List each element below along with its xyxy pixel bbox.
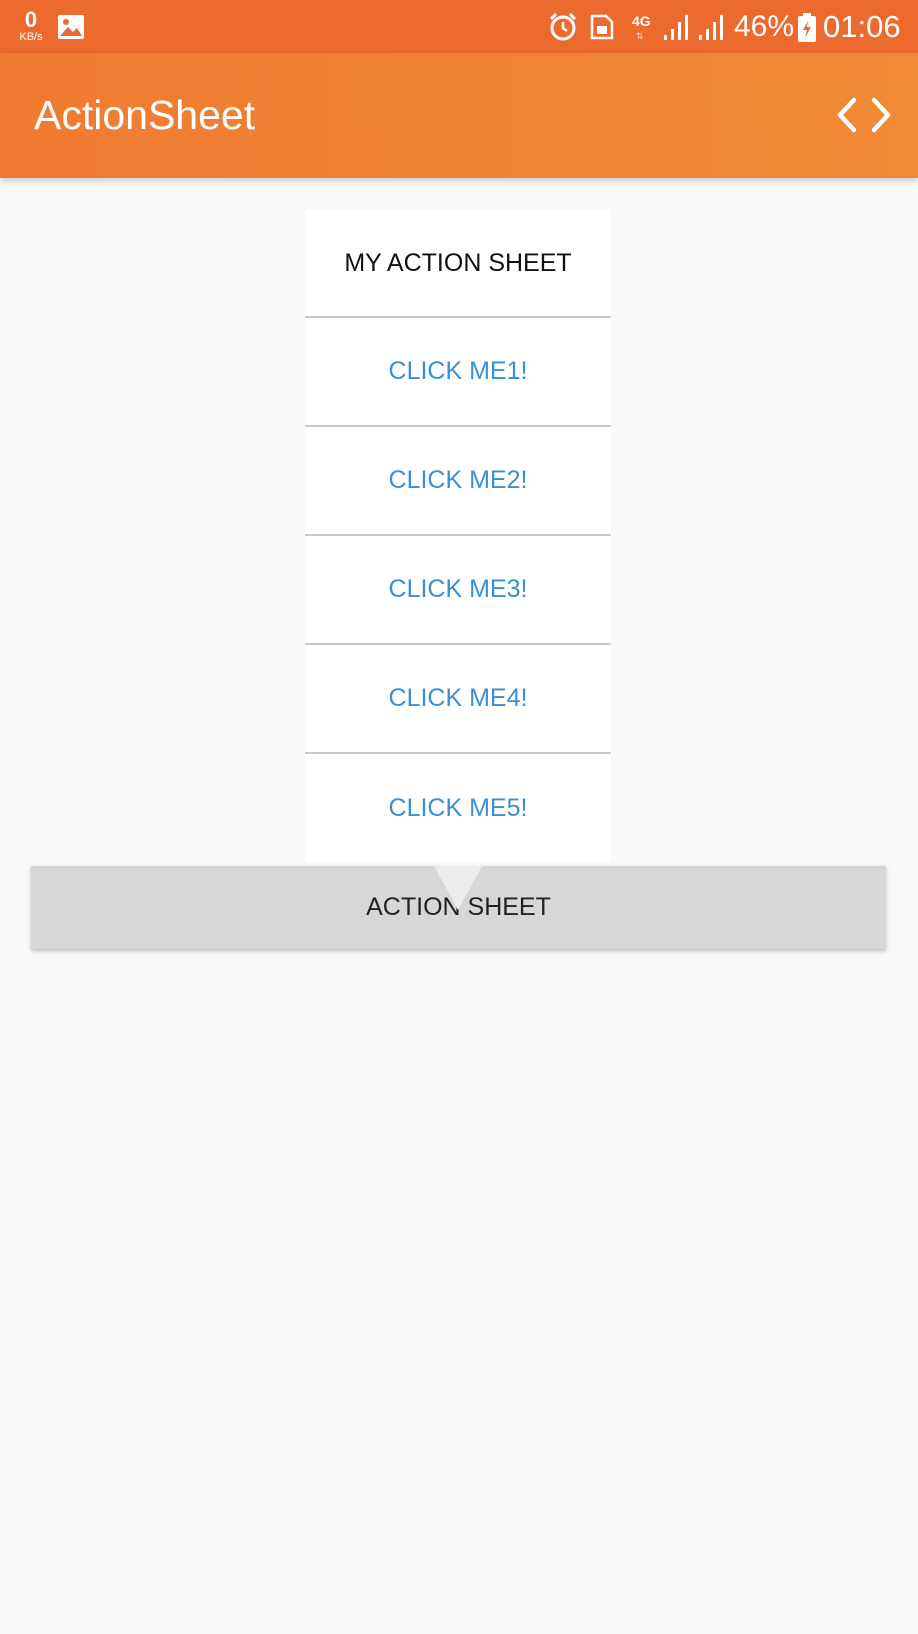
action-sheet-item-1[interactable]: CLICK ME1! — [305, 318, 611, 427]
action-sheet-item-4[interactable]: CLICK ME4! — [305, 645, 611, 754]
chevron-right-icon[interactable] — [868, 97, 894, 138]
sim-icon — [590, 14, 614, 45]
app-bar: ActionSheet — [0, 53, 918, 178]
action-sheet-item-3[interactable]: CLICK ME3! — [305, 536, 611, 645]
alarm-icon — [548, 12, 578, 47]
data-rate-unit: KB/s — [19, 31, 43, 43]
chevron-left-icon[interactable] — [834, 97, 860, 138]
gallery-icon — [57, 14, 85, 45]
battery-charging-icon — [797, 13, 817, 48]
popup-pointer-arrow — [434, 866, 482, 910]
data-rate-value: 0 — [24, 7, 38, 32]
data-rate-indicator: 0 KB/s — [14, 9, 48, 43]
action-sheet-title: MY ACTION SHEET — [305, 210, 611, 318]
app-title: ActionSheet — [34, 92, 256, 138]
action-sheet-item-2[interactable]: CLICK ME2! — [305, 427, 611, 536]
battery-percent: 46% — [734, 10, 795, 43]
signal-icon — [662, 13, 692, 46]
status-clock: 01:06 — [823, 9, 901, 44]
action-sheet-popup: MY ACTION SHEET CLICK ME1! CLICK ME2! CL… — [305, 210, 611, 862]
action-sheet-item-5[interactable]: CLICK ME5! — [305, 754, 611, 863]
status-bar: 0 KB/s 4G ⇅ 46% 01:06 — [0, 0, 918, 53]
data-arrows-icon: ⇅ — [636, 31, 644, 41]
signal-icon — [697, 13, 727, 46]
network-type-label: 4G — [632, 13, 651, 29]
